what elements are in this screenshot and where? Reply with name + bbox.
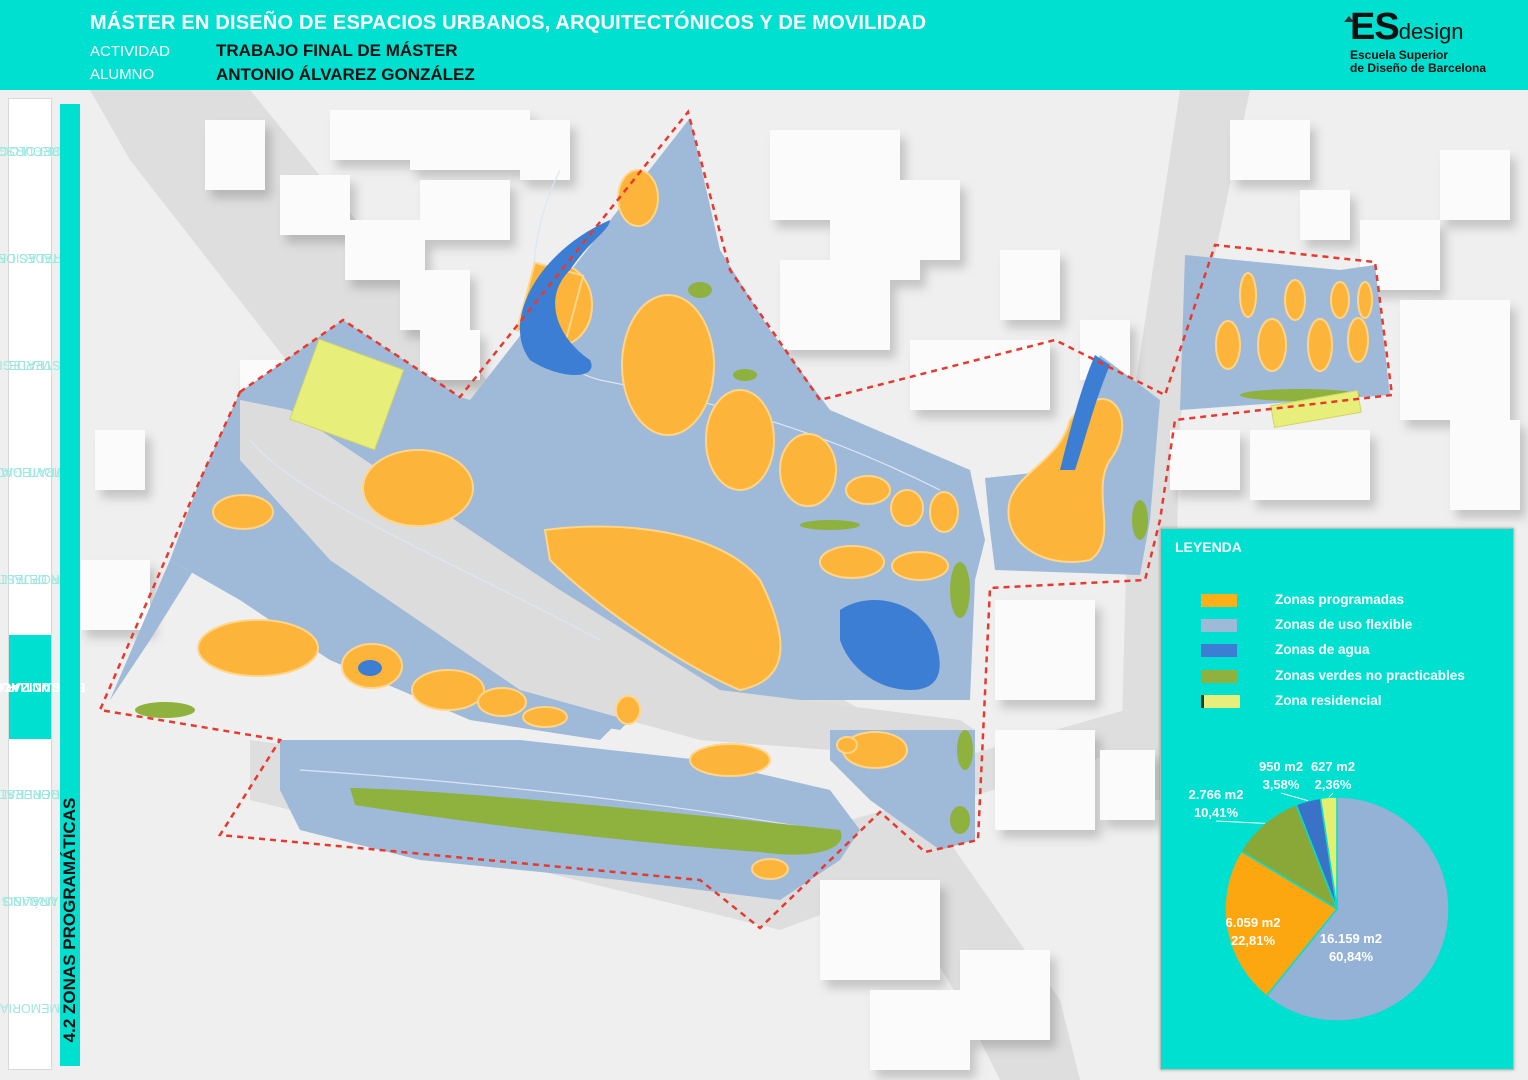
nav-item-estrategia-movilidad[interactable]: ESTRATEGIA DEMOVILIDAD bbox=[0, 420, 79, 524]
pie-label-area: 2.766 m2 bbox=[1189, 787, 1244, 802]
nav-label: EN DETALLE bbox=[0, 572, 68, 586]
pie-label-area: 627 m2 bbox=[1311, 759, 1355, 774]
pie-leader-line bbox=[1280, 792, 1309, 802]
activity-value: TRABAJO FINAL DE MÁSTER bbox=[216, 41, 458, 60]
pie-label-percent: 3,58% bbox=[1263, 777, 1300, 792]
nav-label: MEMORIA bbox=[0, 1001, 60, 1015]
legend-panel: LEYENDA Zonas programadas Zonas de uso f… bbox=[1160, 528, 1514, 1070]
nav-item-analisis-urbano[interactable]: ANÁLISIS URBANO bbox=[2, 849, 58, 953]
nav-item-redes[interactable]: REDES DEINSTALACIONES bbox=[0, 206, 80, 310]
nav-item-propuesta-general[interactable]: PROPUESTAGENERAL bbox=[0, 742, 68, 846]
logo-es: ES bbox=[1350, 6, 1400, 48]
pie-label-percent: 2,36% bbox=[1315, 777, 1352, 792]
section-navigation: MORFOLOGÍAY RECURSOS REDES DEINSTALACION… bbox=[0, 98, 85, 1070]
nav-item-memoria[interactable]: MEMORIA bbox=[0, 956, 60, 1060]
pie-label-area: 6.059 m2 bbox=[1226, 915, 1281, 930]
nav-label: URBANO bbox=[3, 894, 57, 908]
pie-label-percent: 10,41% bbox=[1194, 805, 1239, 820]
logo-line2: de Diseño de Barcelona bbox=[1350, 61, 1487, 75]
pie-leader-line bbox=[1215, 820, 1265, 824]
logo-triangle-icon bbox=[1344, 16, 1354, 22]
nav-item-morfologia[interactable]: MORFOLOGÍAY RECURSOS bbox=[0, 99, 72, 203]
nav-label: GENERAL bbox=[0, 787, 60, 801]
nav-label: VERDE bbox=[8, 358, 52, 372]
nav-item-estructura-organizacion[interactable]: ESTRUCTURA DEORGANIZACIÓN bbox=[0, 635, 85, 739]
pie-label-percent: 22,81% bbox=[1231, 933, 1276, 948]
logo-design: design bbox=[1398, 19, 1464, 44]
header-bar: MÁSTER EN DISEÑO DE ESPACIOS URBANOS, AR… bbox=[0, 0, 1528, 90]
pie-label-percent: 60,84% bbox=[1329, 949, 1374, 964]
school-logo: ESdesign Escuela Superior de Diseño de B… bbox=[1344, 6, 1487, 75]
section-title: 4.2 ZONAS PROGRAMÁTICAS bbox=[60, 797, 79, 1043]
student-label: ALUMNO bbox=[90, 66, 155, 83]
student-value: ANTONIO ÁLVAREZ GONZÁLEZ bbox=[216, 65, 475, 84]
area-pie-chart: 16.159 m2 60,84% 6.059 m2 22,81% 2.766 m2 10,… bbox=[1189, 759, 1450, 1022]
nav-label: MOVILIDAD bbox=[0, 465, 65, 479]
nav-item-estrategia-verde[interactable]: ESTRATEGIAVERDE bbox=[0, 313, 69, 417]
pie-label-area: 16.159 m2 bbox=[1320, 931, 1382, 946]
nav-item-propuesta-detalle[interactable]: PROPUESTAEN DETALLE bbox=[0, 527, 68, 631]
activity-label: ACTIVIDAD bbox=[90, 43, 171, 60]
master-title: MÁSTER EN DISEÑO DE ESPACIOS URBANOS, AR… bbox=[90, 12, 927, 34]
pie-label-area: 950 m2 bbox=[1259, 759, 1303, 774]
